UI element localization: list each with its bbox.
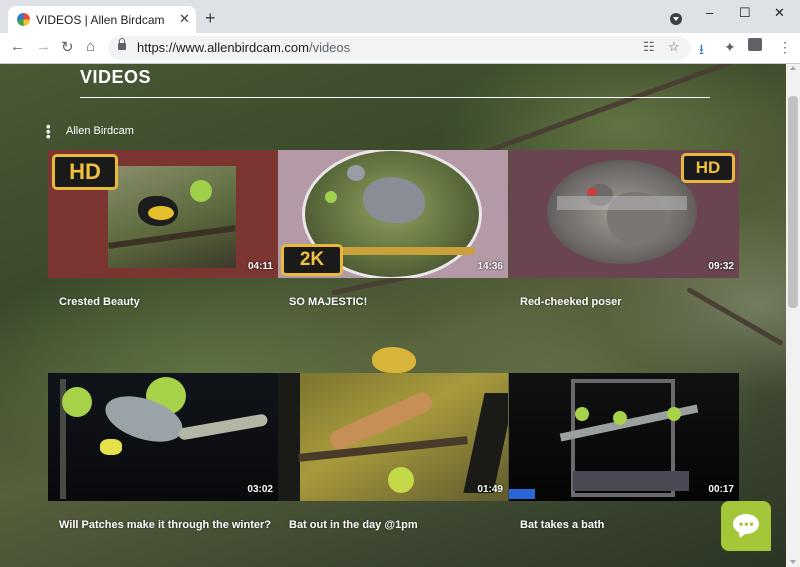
tab-title: VIDEOS | Allen Birdcam <box>36 13 165 27</box>
tab-close-icon[interactable]: ✕ <box>179 11 190 27</box>
video-thumbnail[interactable]: 03:02 <box>48 373 278 501</box>
page-content: VIDEOS • • • Allen Birdcam HD 04:11 2K 14:… <box>0 64 786 567</box>
video-duration: 01:49 <box>477 484 503 495</box>
profile-avatar-icon[interactable] <box>748 38 762 51</box>
browser-tab[interactable]: VIDEOS | Allen Birdcam ✕ <box>8 6 196 33</box>
video-thumbnail[interactable]: 2K 14:36 <box>278 150 508 278</box>
video-scene <box>509 373 739 501</box>
video-duration: 04:11 <box>247 261 273 272</box>
reload-icon[interactable]: ↻ <box>61 38 74 56</box>
maximize-button[interactable]: ☐ <box>739 5 751 21</box>
video-thumbnail[interactable]: HD 09:32 <box>509 150 739 278</box>
site-favicon-icon <box>17 13 30 26</box>
video-duration: 00:17 <box>708 484 734 495</box>
address-bar[interactable]: https://www.allenbirdcam.com/videos ☷ ☆ <box>108 36 690 60</box>
video-duration: 14:36 <box>477 261 503 272</box>
arrow-left-icon[interactable]: ← <box>10 38 25 55</box>
url-text[interactable]: https://www.allenbirdcam.com/videos <box>137 40 350 55</box>
extensions-puzzle-icon[interactable]: ✦ <box>724 39 736 56</box>
new-tab-button[interactable]: + <box>205 9 216 27</box>
video-title[interactable]: Bat out in the day @1pm <box>289 519 418 531</box>
video-duration: 09:32 <box>708 261 734 272</box>
title-divider <box>80 97 710 98</box>
video-title[interactable]: Will Patches make it through the winter? <box>59 519 271 531</box>
hd-badge: HD <box>681 153 735 183</box>
video-title[interactable]: Bat takes a bath <box>520 519 604 531</box>
video-title[interactable]: SO MAJESTIC! <box>289 296 367 308</box>
video-title[interactable]: Red-cheeked poser <box>520 296 621 308</box>
hd-badge: HD <box>52 154 118 190</box>
background-bird <box>372 347 416 373</box>
page-title: VIDEOS <box>80 67 152 87</box>
browser-toolbar: ← → ↻ ⌂ https://www.allenbirdcam.com/vid… <box>0 33 800 64</box>
close-window-button[interactable]: ✕ <box>774 5 785 21</box>
scrollbar-thumb[interactable] <box>788 96 798 308</box>
arrow-right-icon[interactable]: → <box>36 38 51 55</box>
channel-menu-icon[interactable]: • • • <box>46 120 51 143</box>
page-scrollbar[interactable] <box>786 64 800 567</box>
tab-search-icon[interactable] <box>670 13 682 25</box>
video-thumbnail[interactable]: 01:49 <box>278 373 508 501</box>
video-scene <box>108 166 236 268</box>
scroll-up-icon[interactable] <box>790 66 796 70</box>
video-scene <box>278 373 508 501</box>
translate-icon[interactable]: ☷ <box>643 39 655 55</box>
video-thumbnail[interactable]: 00:17 <box>509 373 739 501</box>
video-scene <box>547 160 697 264</box>
channel-name[interactable]: Allen Birdcam <box>66 125 134 137</box>
video-duration: 03:02 <box>247 484 273 495</box>
background-branch <box>686 286 784 347</box>
lock-icon[interactable] <box>118 38 126 50</box>
tab-strip: VIDEOS | Allen Birdcam ✕ + – ☐ ✕ <box>0 0 800 33</box>
scroll-down-icon[interactable] <box>790 560 796 564</box>
bookmark-star-icon[interactable]: ☆ <box>668 39 680 55</box>
chat-dots-icon: ••• <box>739 517 755 531</box>
home-icon[interactable]: ⌂ <box>86 38 95 55</box>
kebab-menu-icon[interactable]: ⋮ <box>778 39 792 56</box>
video-thumbnail[interactable]: HD 04:11 <box>48 150 278 278</box>
video-scene <box>48 373 278 501</box>
browser-chrome: VIDEOS | Allen Birdcam ✕ + – ☐ ✕ ← → ↻ ⌂… <box>0 0 800 64</box>
download-icon[interactable]: ⭳ <box>699 39 704 63</box>
live-chat-button[interactable]: ••• <box>721 501 771 551</box>
2k-badge: 2K <box>281 244 343 276</box>
video-title[interactable]: Crested Beauty <box>59 296 140 308</box>
minimize-button[interactable]: – <box>706 5 713 20</box>
